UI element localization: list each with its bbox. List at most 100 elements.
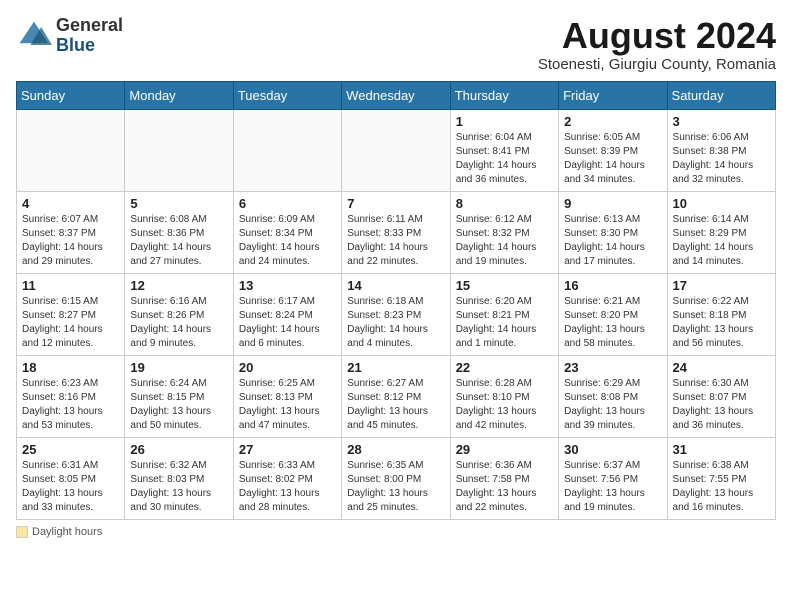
calendar-cell: 9Sunrise: 6:13 AM Sunset: 8:30 PM Daylig… [559,191,667,273]
calendar-cell: 15 Sunrise: 6:20 AM Sunset: 8:21 PM Dayli… [450,273,558,355]
day-number: 13 [239,278,336,293]
calendar-cell: 13 Sunrise: 6:17 AM Sunset: 8:24 PM Dayli… [233,273,341,355]
calendar-cell: 7 Sunrise: 6:11 AM Sunset: 8:33 PM Daylig… [342,191,450,273]
day-number: 30 [564,442,661,457]
calendar-cell: 30 Sunrise: 6:37 AM Sunset: 7:56 PM Dayli… [559,437,667,519]
calendar-header-monday: Monday [125,81,233,109]
day-number: 28 [347,442,444,457]
calendar-cell: 24 Sunrise: 6:30 AM Sunset: 8:07 PM Dayli… [667,355,775,437]
calendar-cell: 25Sunrise: 6:31 AM Sunset: 8:05 PM Dayli… [17,437,125,519]
calendar-cell: 8Sunrise: 6:12 AM Sunset: 8:32 PM Daylig… [450,191,558,273]
calendar-cell [233,109,341,191]
day-info: Sunrise: 6:20 AM Sunset: 8:21 PM Dayligh… [456,295,553,351]
day-info: Sunrise: 6:22 AM Sunset: 8:18 PM Dayligh… [673,295,770,351]
day-number: 15 [456,278,553,293]
day-info: Sunrise: 6:23 AM Sunset: 8:16 PM Dayligh… [22,377,119,433]
calendar-week-3: 11 Sunrise: 6:15 AM Sunset: 8:27 PM Dayli… [17,273,776,355]
day-number: 1 [456,114,553,129]
day-info: Sunrise: 6:17 AM Sunset: 8:24 PM Dayligh… [239,295,336,351]
day-number: 16 [564,278,661,293]
calendar-cell: 27Sunrise: 6:33 AM Sunset: 8:02 PM Dayli… [233,437,341,519]
calendar-cell: 4 Sunrise: 6:07 AM Sunset: 8:37 PM Daylig… [17,191,125,273]
day-number: 7 [347,196,444,211]
calendar-week-2: 4 Sunrise: 6:07 AM Sunset: 8:37 PM Daylig… [17,191,776,273]
day-info: Sunrise: 6:24 AM Sunset: 8:15 PM Dayligh… [130,377,227,433]
day-info: Sunrise: 6:21 AM Sunset: 8:20 PM Dayligh… [564,295,661,351]
day-number: 19 [130,360,227,375]
location-subtitle: Stoenesti, Giurgiu County, Romania [538,56,776,73]
day-info: Sunrise: 6:15 AM Sunset: 8:27 PM Dayligh… [22,295,119,351]
day-number: 29 [456,442,553,457]
day-number: 3 [673,114,770,129]
day-number: 31 [673,442,770,457]
daylight-legend: Daylight hours [16,526,102,538]
calendar-cell: 12 Sunrise: 6:16 AM Sunset: 8:26 PM Dayli… [125,273,233,355]
logo: General Blue [16,16,123,56]
day-info: Sunrise: 6:13 AM Sunset: 8:30 PM Dayligh… [564,213,661,269]
logo-icon [16,18,52,54]
logo-blue: Blue [56,35,95,55]
day-info: Sunrise: 6:05 AM Sunset: 8:39 PM Dayligh… [564,131,661,187]
calendar-week-1: 1Sunrise: 6:04 AM Sunset: 8:41 PM Daylig… [17,109,776,191]
day-number: 5 [130,196,227,211]
day-info: Sunrise: 6:11 AM Sunset: 8:33 PM Dayligh… [347,213,444,269]
day-info: Sunrise: 6:38 AM Sunset: 7:55 PM Dayligh… [673,459,770,515]
calendar-cell: 23Sunrise: 6:29 AM Sunset: 8:08 PM Dayli… [559,355,667,437]
calendar-cell: 16 Sunrise: 6:21 AM Sunset: 8:20 PM Dayli… [559,273,667,355]
calendar-cell: 14 Sunrise: 6:18 AM Sunset: 8:23 PM Dayli… [342,273,450,355]
day-number: 21 [347,360,444,375]
daylight-label: Daylight hours [32,526,102,538]
day-info: Sunrise: 6:16 AM Sunset: 8:26 PM Dayligh… [130,295,227,351]
calendar-cell: 26 Sunrise: 6:32 AM Sunset: 8:03 PM Dayli… [125,437,233,519]
day-info: Sunrise: 6:30 AM Sunset: 8:07 PM Dayligh… [673,377,770,433]
day-number: 4 [22,196,119,211]
calendar-cell: 19 Sunrise: 6:24 AM Sunset: 8:15 PM Dayli… [125,355,233,437]
calendar-header-row: SundayMondayTuesdayWednesdayThursdayFrid… [17,81,776,109]
calendar-week-4: 18 Sunrise: 6:23 AM Sunset: 8:16 PM Dayli… [17,355,776,437]
calendar-cell [342,109,450,191]
day-info: Sunrise: 6:28 AM Sunset: 8:10 PM Dayligh… [456,377,553,433]
calendar-header-friday: Friday [559,81,667,109]
day-number: 10 [673,196,770,211]
day-info: Sunrise: 6:07 AM Sunset: 8:37 PM Dayligh… [22,213,119,269]
day-number: 24 [673,360,770,375]
calendar-header-tuesday: Tuesday [233,81,341,109]
day-info: Sunrise: 6:27 AM Sunset: 8:12 PM Dayligh… [347,377,444,433]
day-number: 17 [673,278,770,293]
day-info: Sunrise: 6:33 AM Sunset: 8:02 PM Dayligh… [239,459,336,515]
calendar-cell: 28Sunrise: 6:35 AM Sunset: 8:00 PM Dayli… [342,437,450,519]
day-info: Sunrise: 6:37 AM Sunset: 7:56 PM Dayligh… [564,459,661,515]
logo-text: General Blue [56,16,123,56]
calendar-cell: 20 Sunrise: 6:25 AM Sunset: 8:13 PM Dayli… [233,355,341,437]
day-number: 12 [130,278,227,293]
day-number: 22 [456,360,553,375]
day-number: 23 [564,360,661,375]
calendar-footer: Daylight hours [16,526,776,541]
page-header: General Blue August 2024 Stoenesti, Giur… [16,16,776,73]
calendar-cell: 10Sunrise: 6:14 AM Sunset: 8:29 PM Dayli… [667,191,775,273]
day-info: Sunrise: 6:18 AM Sunset: 8:23 PM Dayligh… [347,295,444,351]
day-number: 6 [239,196,336,211]
day-info: Sunrise: 6:25 AM Sunset: 8:13 PM Dayligh… [239,377,336,433]
day-number: 11 [22,278,119,293]
calendar-cell: 21 Sunrise: 6:27 AM Sunset: 8:12 PM Dayli… [342,355,450,437]
calendar-header-thursday: Thursday [450,81,558,109]
day-info: Sunrise: 6:36 AM Sunset: 7:58 PM Dayligh… [456,459,553,515]
calendar-cell: 18 Sunrise: 6:23 AM Sunset: 8:16 PM Dayli… [17,355,125,437]
day-number: 20 [239,360,336,375]
calendar-header-saturday: Saturday [667,81,775,109]
calendar-week-5: 25Sunrise: 6:31 AM Sunset: 8:05 PM Dayli… [17,437,776,519]
calendar-cell: 22 Sunrise: 6:28 AM Sunset: 8:10 PM Dayli… [450,355,558,437]
day-info: Sunrise: 6:08 AM Sunset: 8:36 PM Dayligh… [130,213,227,269]
calendar-cell: 29 Sunrise: 6:36 AM Sunset: 7:58 PM Dayli… [450,437,558,519]
calendar-cell: 3Sunrise: 6:06 AM Sunset: 8:38 PM Daylig… [667,109,775,191]
calendar-cell: 2Sunrise: 6:05 AM Sunset: 8:39 PM Daylig… [559,109,667,191]
day-info: Sunrise: 6:32 AM Sunset: 8:03 PM Dayligh… [130,459,227,515]
day-number: 14 [347,278,444,293]
day-number: 26 [130,442,227,457]
calendar-cell: 11 Sunrise: 6:15 AM Sunset: 8:27 PM Dayli… [17,273,125,355]
logo-general: General [56,15,123,35]
calendar-cell: 17 Sunrise: 6:22 AM Sunset: 8:18 PM Dayli… [667,273,775,355]
calendar-cell: 1Sunrise: 6:04 AM Sunset: 8:41 PM Daylig… [450,109,558,191]
day-number: 18 [22,360,119,375]
